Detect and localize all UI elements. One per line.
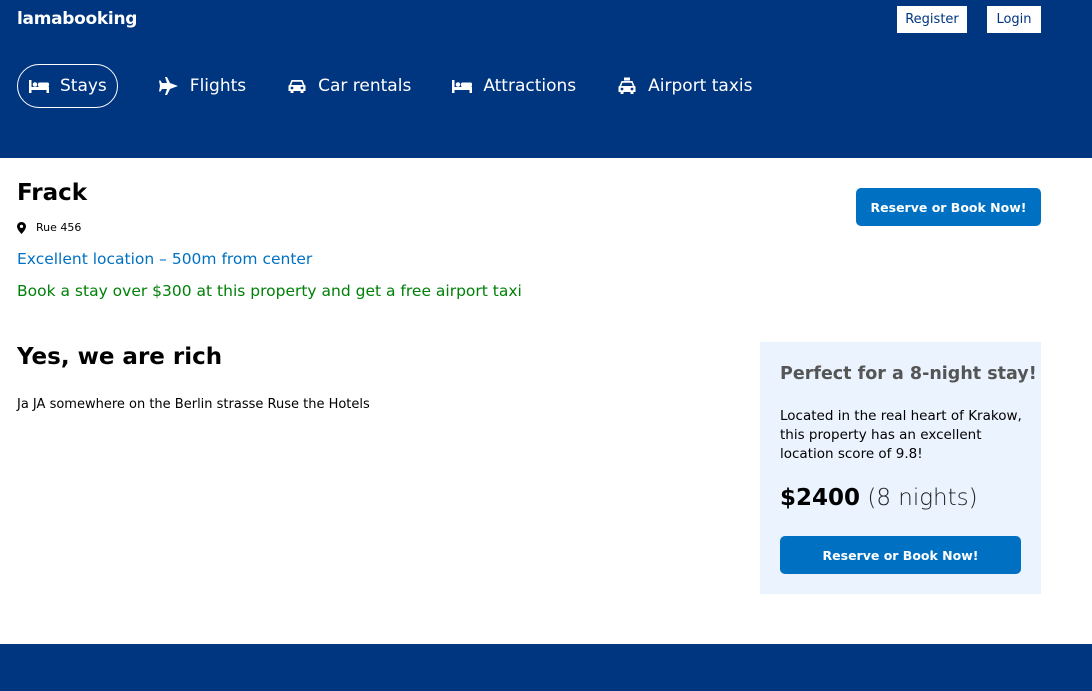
header-item-attractions[interactable]: Attractions (451, 64, 576, 108)
plane-icon (158, 77, 180, 95)
taxi-icon (616, 77, 638, 94)
hotel-address: Rue 456 (17, 221, 81, 234)
header-item-label: Airport taxis (648, 76, 753, 96)
price-box-description: Located in the real heart of Krakow, thi… (780, 408, 1022, 462)
bed-icon (451, 78, 473, 94)
hotel-title: Frack (17, 180, 88, 206)
header-item-label: Flights (189, 76, 247, 96)
header-item-label: Attractions (483, 76, 577, 96)
details-description: Ja JA somewhere on the Berlin strasse Ru… (17, 397, 370, 412)
price-nights: (8 nights) (867, 485, 978, 511)
price-line: $2400 (8 nights) (780, 485, 978, 511)
header-item-airport-taxis[interactable]: Airport taxis (616, 64, 752, 108)
header-item-label: Car rentals (318, 76, 412, 96)
header-item-stays[interactable]: Stays (17, 64, 118, 108)
header-list: Stays Flights Car rentals Attractions Ai… (17, 64, 752, 108)
details-title: Yes, we are rich (17, 344, 223, 370)
register-button[interactable]: Register (897, 6, 967, 33)
login-button[interactable]: Login (987, 6, 1041, 33)
header: lamabooking Register Login Stays Flights… (0, 0, 1092, 158)
price-box-book-button[interactable]: Reserve or Book Now! (780, 536, 1021, 574)
bed-icon (28, 78, 50, 94)
location-pin-icon (17, 221, 26, 234)
hotel-address-text: Rue 456 (36, 221, 82, 234)
hotel-price-highlight: Book a stay over $300 at this property a… (17, 282, 522, 300)
footer-band (0, 644, 1092, 691)
hotel-distance: Excellent location – 500m from center (17, 250, 313, 268)
price-box-title: Perfect for a 8-night stay! (780, 364, 1037, 384)
header-item-flights[interactable]: Flights (158, 64, 246, 108)
book-now-button[interactable]: Reserve or Book Now! (856, 188, 1041, 226)
header-item-car-rentals[interactable]: Car rentals (286, 64, 411, 108)
header-item-label: Stays (60, 76, 107, 96)
logo[interactable]: lamabooking (17, 9, 137, 29)
price-box: Perfect for a 8-night stay! Located in t… (760, 342, 1041, 594)
price-amount: $2400 (780, 485, 861, 511)
car-icon (286, 78, 308, 94)
